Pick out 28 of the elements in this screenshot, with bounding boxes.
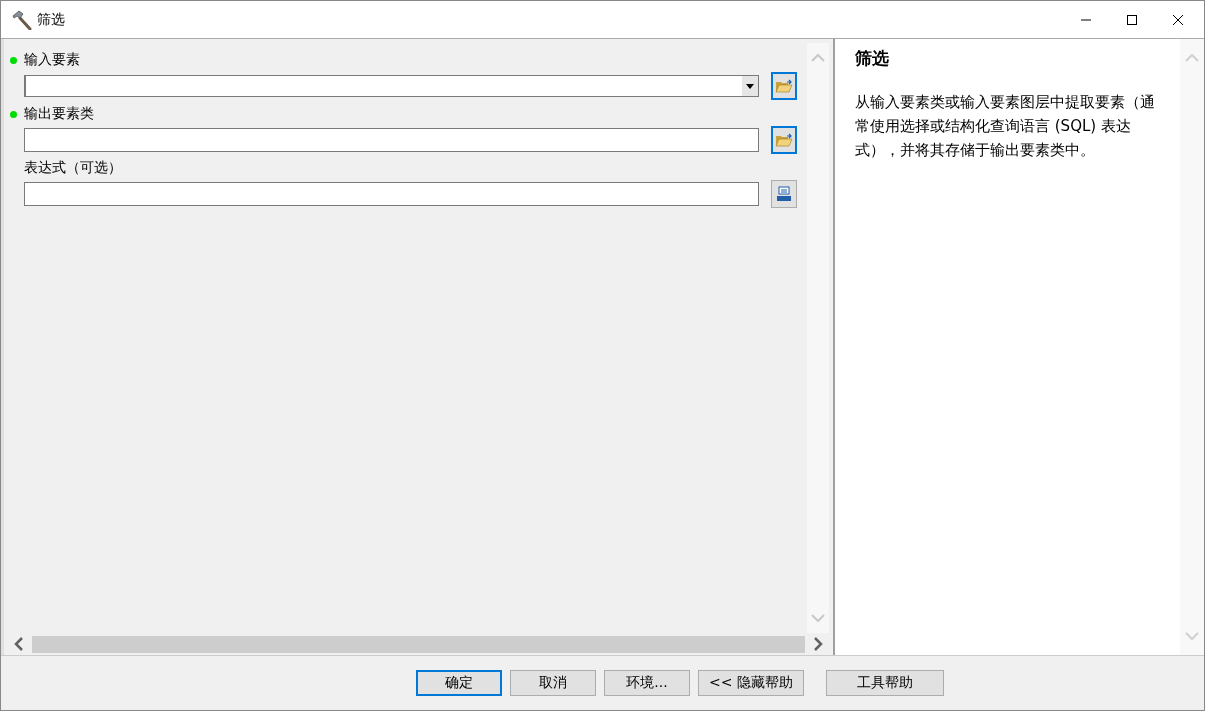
dialog-button[interactable]: 工具帮助 <box>825 670 944 696</box>
required-dot-icon <box>10 56 17 64</box>
parameter-label: 输出要素类 <box>24 105 94 123</box>
input-field[interactable] <box>24 182 759 206</box>
window-title: 筛选 <box>37 10 65 29</box>
dialog-button[interactable]: 环境... <box>604 670 690 696</box>
maximize-icon[interactable] <box>1126 13 1138 26</box>
help-text: 从输入要素类或输入要素图层中提取要素（通常使用选择或结构化查询语言 (SQL) 表达式），并将其存储于输出要素类中。 <box>855 92 1156 161</box>
scroll-right-icon[interactable] <box>813 636 823 652</box>
browse-button[interactable] <box>771 126 797 154</box>
folder-icon <box>775 132 793 148</box>
sql-icon <box>775 186 793 202</box>
parameter-label: 表达式（可选） <box>24 159 122 177</box>
browse-button[interactable] <box>771 72 797 100</box>
dialog-button[interactable]: 取消 <box>510 670 596 696</box>
help-title: 筛选 <box>855 47 890 70</box>
dropdown-field[interactable] <box>24 75 759 97</box>
sql-button[interactable] <box>771 180 797 208</box>
folder-icon <box>775 78 793 94</box>
dialog-button[interactable]: 确定 <box>416 670 502 696</box>
scrollbar-thumb[interactable] <box>32 635 805 653</box>
parameter-label: 输入要素 <box>24 51 80 69</box>
required-dot-icon <box>10 110 17 118</box>
close-icon[interactable] <box>1172 13 1184 26</box>
scroll-left-icon[interactable] <box>14 636 24 652</box>
hammer-icon <box>11 9 33 30</box>
input-field[interactable] <box>24 128 759 152</box>
dialog-button[interactable]: << 隐藏帮助 <box>698 670 804 696</box>
